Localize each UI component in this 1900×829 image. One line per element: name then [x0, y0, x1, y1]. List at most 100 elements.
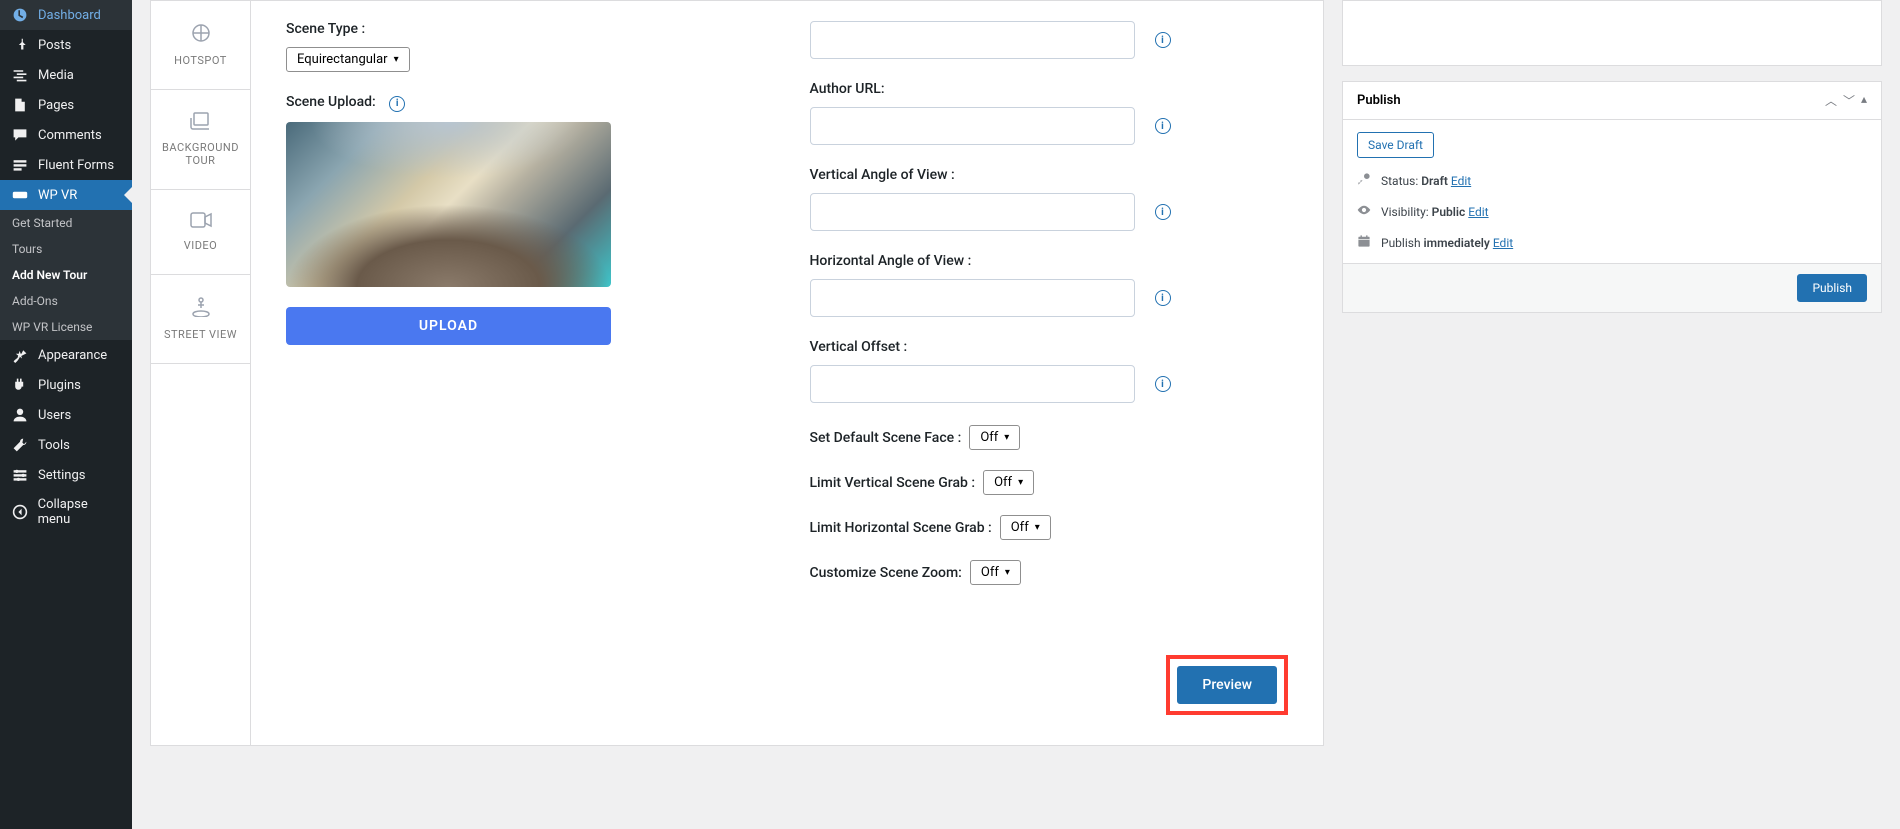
key-icon	[1357, 172, 1373, 189]
side-tab-background-tour[interactable]: BACKGROUND TOUR	[151, 90, 250, 190]
zoom-select[interactable]: Off ▾	[970, 560, 1021, 585]
sidebar-item-users[interactable]: Users	[0, 400, 132, 430]
calendar-icon	[1357, 234, 1373, 251]
sidebar-item-wpvr[interactable]: WP VR	[0, 180, 132, 210]
submenu-license[interactable]: WP VR License	[0, 314, 132, 340]
author-url-label: Author URL:	[810, 81, 1289, 97]
sidebar-item-appearance[interactable]: Appearance	[0, 340, 132, 370]
zoom-label: Customize Scene Zoom:	[810, 565, 962, 581]
eye-icon	[1357, 203, 1373, 220]
sidebar-submenu: Get Started Tours Add New Tour Add-Ons W…	[0, 210, 132, 340]
publish-button[interactable]: Publish	[1797, 274, 1867, 302]
publish-title: Publish	[1357, 93, 1401, 108]
panel-down-icon[interactable]: ﹀	[1843, 92, 1855, 109]
default-face-label: Set Default Scene Face :	[810, 430, 962, 446]
top-input[interactable]	[810, 21, 1135, 59]
pin-icon	[10, 37, 30, 53]
chevron-down-icon: ▾	[1004, 432, 1009, 443]
sidebar-item-tools[interactable]: Tools	[0, 430, 132, 460]
sidebar-label: Fluent Forms	[38, 158, 114, 173]
sidebar-item-dashboard[interactable]: Dashboard	[0, 0, 132, 30]
settings-icon	[10, 467, 30, 483]
info-icon[interactable]: i	[1155, 376, 1171, 392]
dashboard-icon	[10, 7, 30, 23]
scene-type-value: Equirectangular	[297, 52, 388, 67]
scene-type-label: Scene Type :	[286, 21, 765, 37]
submenu-get-started[interactable]: Get Started	[0, 210, 132, 236]
lhgrab-select[interactable]: Off ▾	[1000, 515, 1051, 540]
sidebar-item-collapse[interactable]: Collapse menu	[0, 490, 132, 534]
schedule-line: Publish immediately Edit	[1357, 234, 1867, 251]
sidebar-item-plugins[interactable]: Plugins	[0, 370, 132, 400]
lvgrab-select[interactable]: Off ▾	[983, 470, 1034, 495]
voffset-input[interactable]	[810, 365, 1135, 403]
info-icon[interactable]: i	[389, 96, 405, 112]
empty-metabox	[1342, 0, 1882, 66]
sidebar-label: Posts	[38, 38, 71, 53]
comments-icon	[10, 127, 30, 143]
side-tab-label: VIDEO	[184, 239, 218, 252]
default-face-select[interactable]: Off ▾	[969, 425, 1020, 450]
sidebar-label: Appearance	[38, 348, 107, 363]
sidebar-item-pages[interactable]: Pages	[0, 90, 132, 120]
lvgrab-label: Limit Vertical Scene Grab :	[810, 475, 976, 491]
background-tour-icon	[190, 112, 212, 135]
info-icon[interactable]: i	[1155, 32, 1171, 48]
submenu-tours[interactable]: Tours	[0, 236, 132, 262]
main-panel: HOTSPOT BACKGROUND TOUR VIDEO STREET VIE…	[150, 0, 1324, 746]
upload-button[interactable]: UPLOAD	[286, 307, 611, 345]
forms-icon	[10, 157, 30, 173]
sidebar-item-media[interactable]: Media	[0, 60, 132, 90]
video-icon	[190, 212, 212, 233]
edit-schedule-link[interactable]: Edit	[1493, 236, 1513, 250]
sidebar-label: Media	[38, 68, 74, 83]
preview-button[interactable]: Preview	[1177, 666, 1277, 704]
info-icon[interactable]: i	[1155, 204, 1171, 220]
vr-icon	[10, 187, 30, 203]
side-tab-label: BACKGROUND TOUR	[159, 141, 242, 167]
sidebar-label: Plugins	[38, 378, 81, 393]
info-icon[interactable]: i	[1155, 118, 1171, 134]
sidebar-item-fluent-forms[interactable]: Fluent Forms	[0, 150, 132, 180]
sidebar-item-comments[interactable]: Comments	[0, 120, 132, 150]
form-content: Scene Type : Equirectangular ▾ Scene Upl…	[251, 1, 1323, 745]
submenu-addons[interactable]: Add-Ons	[0, 288, 132, 314]
sidebar-label: Pages	[38, 98, 74, 113]
admin-sidebar: Dashboard Posts Media Pages Comments Flu…	[0, 0, 132, 829]
haov-input[interactable]	[810, 279, 1135, 317]
scene-upload-label: Scene Upload: i	[286, 94, 765, 112]
side-tab-label: HOTSPOT	[174, 54, 227, 67]
save-draft-button[interactable]: Save Draft	[1357, 132, 1434, 158]
sidebar-item-settings[interactable]: Settings	[0, 460, 132, 490]
sidebar-label: Dashboard	[38, 8, 101, 23]
author-url-input[interactable]	[810, 107, 1135, 145]
chevron-down-icon: ▾	[394, 54, 399, 65]
appearance-icon	[10, 347, 30, 363]
sidebar-label: Users	[38, 408, 71, 423]
side-tab-label: STREET VIEW	[164, 328, 237, 341]
sidebar-label: Settings	[38, 468, 85, 483]
plugins-icon	[10, 377, 30, 393]
scene-type-select[interactable]: Equirectangular ▾	[286, 47, 410, 72]
vaov-input[interactable]	[810, 193, 1135, 231]
side-tab-video[interactable]: VIDEO	[151, 190, 250, 275]
sidebar-item-posts[interactable]: Posts	[0, 30, 132, 60]
info-icon[interactable]: i	[1155, 290, 1171, 306]
hotspot-icon	[191, 23, 211, 48]
sidebar-label: WP VR	[38, 188, 77, 203]
visibility-line: Visibility: Public Edit	[1357, 203, 1867, 220]
edit-status-link[interactable]: Edit	[1451, 174, 1471, 188]
side-tab-hotspot[interactable]: HOTSPOT	[151, 1, 250, 90]
edit-visibility-link[interactable]: Edit	[1468, 205, 1488, 219]
sidebar-label: Comments	[38, 128, 102, 143]
chevron-down-icon: ▾	[1018, 477, 1023, 488]
panel-up-icon[interactable]: ︿	[1825, 92, 1837, 109]
chevron-down-icon: ▾	[1035, 522, 1040, 533]
tools-icon	[10, 437, 30, 453]
panel-toggle-icon[interactable]: ▴	[1861, 92, 1867, 109]
vaov-label: Vertical Angle of View :	[810, 167, 1289, 183]
users-icon	[10, 407, 30, 423]
pages-icon	[10, 97, 30, 113]
submenu-add-new-tour[interactable]: Add New Tour	[0, 262, 132, 288]
side-tab-street-view[interactable]: STREET VIEW	[151, 275, 250, 364]
